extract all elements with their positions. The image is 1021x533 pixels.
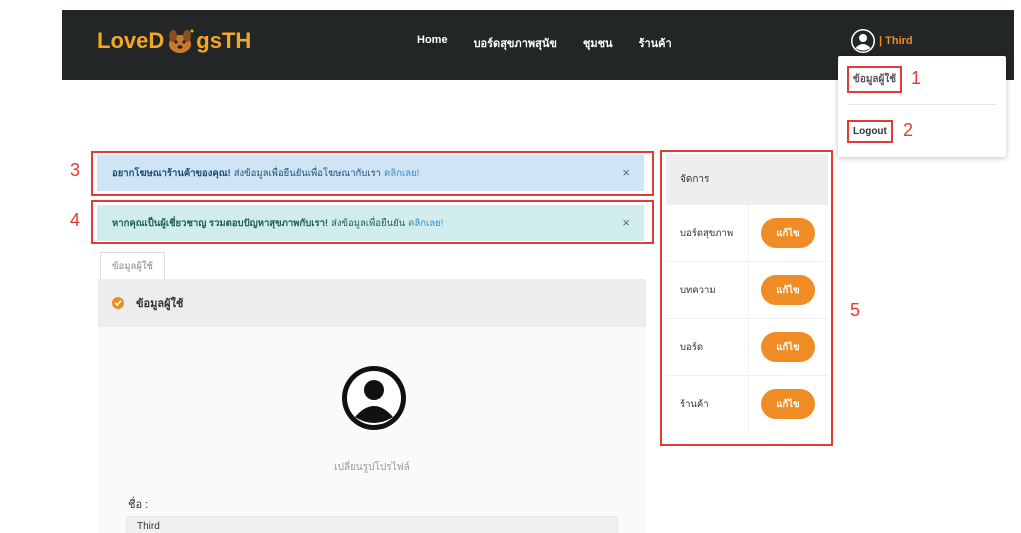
edit-health-board-button[interactable]: แก้ไข — [761, 218, 815, 248]
annotation-marker-3: 3 — [70, 160, 81, 180]
annotation-marker-5: 5 — [850, 300, 861, 320]
user-name[interactable]: | Third — [879, 35, 913, 47]
nav-community[interactable]: ชุมชน — [583, 34, 613, 52]
nav-shop[interactable]: ร้านค้า — [639, 34, 672, 52]
alert-text: ส่งข้อมูลเพื่อยืนยัน — [331, 217, 406, 229]
manage-row-label: บทความ — [680, 284, 716, 296]
check-circle-icon — [112, 297, 124, 309]
manage-title: จัดการ — [666, 154, 828, 204]
manage-row-label: บอร์ด — [680, 341, 704, 353]
manage-row-label: ร้านค้า — [680, 398, 709, 410]
row-divider — [748, 319, 749, 375]
user-avatar-icon[interactable] — [850, 28, 876, 54]
close-icon[interactable]: × — [622, 165, 630, 180]
dropdown-divider — [848, 104, 996, 105]
nav-dog-health-board[interactable]: บอร์ดสุขภาพสุนัข — [474, 34, 557, 52]
main-nav: Home บอร์ดสุขภาพสุนัข ชุมชน ร้านค้า — [417, 34, 672, 52]
edit-board-button[interactable]: แก้ไข — [761, 332, 815, 362]
manage-row-articles: บทความ แก้ไข — [666, 261, 828, 318]
dropdown-profile-item[interactable]: ข้อมูลผู้ใช้ — [847, 66, 903, 93]
change-profile-picture-link[interactable]: เปลี่ยนรูปโปรไฟล์ — [98, 460, 646, 475]
manage-row-shop: ร้านค้า แก้ไข — [666, 375, 828, 432]
annotation-marker-2: 2 — [903, 120, 914, 140]
edit-articles-button[interactable]: แก้ไข — [761, 275, 815, 305]
alert-bold-text: หากคุณเป็นผู้เชี่ยวชาญ รวมตอบปัญหาสุขภาพ… — [112, 217, 329, 229]
manage-row-label: บอร์ดสุขภาพ — [680, 227, 734, 239]
dog-logo-icon — [169, 29, 194, 53]
alert-link[interactable]: คลิกเลย! — [408, 216, 443, 231]
manage-row-health-board: บอร์ดสุขภาพ แก้ไข — [666, 204, 828, 261]
annotation-marker-1: 1 — [911, 68, 922, 88]
logo-text-left: LoveD — [97, 28, 165, 53]
row-divider — [748, 376, 749, 432]
alert-bold-text: อยากโฆษณาร้านค้าของคุณ! — [112, 167, 231, 179]
site-logo[interactable]: LoveD gsTH — [97, 28, 251, 54]
profile-avatar-icon[interactable] — [341, 365, 407, 431]
edit-shop-button[interactable]: แก้ไข — [761, 389, 815, 419]
panel-title: ข้อมูลผู้ใช้ — [136, 298, 184, 310]
user-dropdown-menu: ข้อมูลผู้ใช้ Logout — [838, 56, 1006, 157]
logout-button[interactable]: Logout — [847, 120, 893, 143]
expert-alert: หากคุณเป็นผู้เชี่ยวชาญ รวมตอบปัญหาสุขภาพ… — [97, 205, 644, 241]
panel-header: ข้อมูลผู้ใช้ — [98, 279, 646, 327]
user-info-panel: ข้อมูลผู้ใช้ เปลี่ยนรูปโปรไฟล์ ชื่อ : Th… — [98, 279, 646, 533]
alert-link[interactable]: คลิกเลย! — [384, 166, 419, 181]
row-divider — [748, 262, 749, 318]
logo-text-right: gsTH — [196, 28, 252, 53]
nav-home[interactable]: Home — [417, 34, 448, 52]
alert-text: ส่งข้อมูลเพื่อยืนยันเพื่อโฆษณากับเรา — [233, 167, 382, 179]
user-menu-toggle[interactable]: | Third — [850, 28, 913, 54]
close-icon[interactable]: × — [622, 215, 630, 230]
name-field[interactable]: Third — [126, 516, 618, 533]
advertise-alert: อยากโฆษณาร้านค้าของคุณ! ส่งข้อมูลเพื่อยื… — [97, 155, 644, 191]
tab-user-info[interactable]: ข้อมูลผู้ใช้ — [100, 252, 165, 280]
annotation-marker-4: 4 — [70, 210, 81, 230]
manage-panel: จัดการ บอร์ดสุขภาพ แก้ไข บทความ แก้ไข บอ… — [666, 154, 828, 440]
manage-row-board: บอร์ด แก้ไข — [666, 318, 828, 375]
name-label: ชื่อ : — [128, 499, 149, 511]
row-divider — [748, 205, 749, 261]
